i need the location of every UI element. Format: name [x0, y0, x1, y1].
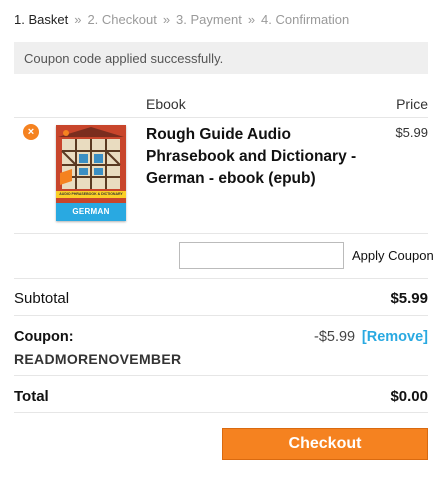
divider	[14, 375, 428, 376]
divider	[14, 315, 428, 316]
column-header-price: Price	[396, 96, 428, 112]
apply-coupon-button[interactable]: Apply Coupon	[352, 248, 434, 263]
coupon-label: Coupon:	[14, 329, 74, 345]
step-separator: »	[162, 12, 171, 27]
step-confirmation: 4. Confirmation	[261, 12, 350, 27]
step-separator: »	[247, 12, 256, 27]
step-basket: 1. Basket	[14, 12, 69, 27]
coupon-success-notice: Coupon code applied successfully.	[14, 42, 428, 74]
coupon-code: READMORENOVEMBER	[14, 351, 182, 367]
coupon-code-input[interactable]	[179, 242, 344, 269]
cover-subtitle: AUDIO PHRASEBOOK & DICTIONARY	[56, 191, 126, 198]
divider	[14, 117, 428, 118]
step-payment: 3. Payment	[176, 12, 242, 27]
step-checkout: 2. Checkout	[87, 12, 157, 27]
item-price: $5.99	[395, 125, 428, 140]
divider	[14, 233, 428, 234]
divider	[14, 412, 428, 413]
subtotal-value: $5.99	[390, 290, 428, 307]
total-value: $0.00	[390, 388, 428, 405]
remove-coupon-link[interactable]: [Remove]	[362, 329, 428, 345]
book-cover-image[interactable]: AUDIO PHRASEBOOK & DICTIONARY GERMAN	[56, 125, 126, 221]
subtotal-label: Subtotal	[14, 290, 70, 307]
product-title-link[interactable]: Rough Guide Audio Phrasebook and Diction…	[146, 124, 376, 190]
checkout-steps: 1. Basket » 2. Checkout » 3. Payment » 4. Conf…	[14, 12, 349, 27]
coupon-discount-amount: -$5.99	[314, 329, 356, 345]
checkout-button[interactable]: Checkout	[222, 428, 428, 460]
column-header-ebook: Ebook	[146, 96, 186, 112]
remove-item-icon[interactable]: ×	[23, 124, 39, 140]
total-label: Total	[14, 388, 49, 405]
step-separator: »	[74, 12, 82, 27]
divider	[14, 278, 428, 279]
cover-language-band: GERMAN	[56, 203, 126, 221]
